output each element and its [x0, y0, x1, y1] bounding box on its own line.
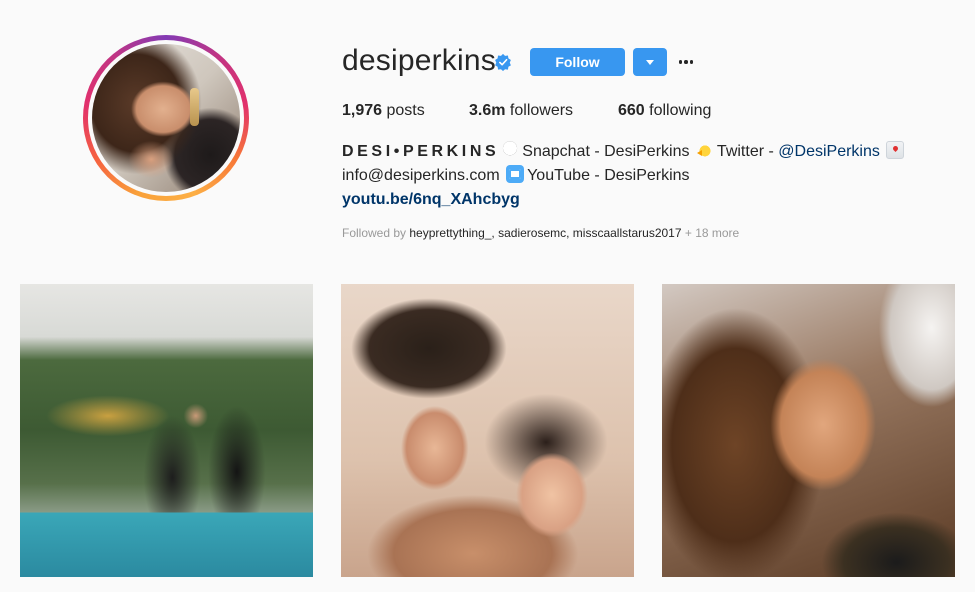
- more-options-icon: [678, 60, 683, 64]
- avatar-frame: [88, 40, 244, 196]
- love-letter-icon: [886, 141, 905, 159]
- followed-by-more: + 18 more: [681, 226, 740, 240]
- chick-icon: [695, 141, 714, 159]
- following-link[interactable]: 660 following: [618, 102, 711, 120]
- posts-count: 1,976: [342, 102, 383, 119]
- follow-button[interactable]: Follow: [530, 48, 625, 76]
- bio-display-name: DESI•PERKINS: [342, 143, 500, 160]
- profile-avatar-ring[interactable]: [83, 35, 249, 201]
- bio-line-1: DESI•PERKINS Snapchat - DesiPerkins Twitt…: [342, 140, 907, 164]
- more-options-button[interactable]: [676, 50, 696, 74]
- followers-count: 3.6m: [469, 102, 506, 119]
- followers-label: followers: [505, 102, 574, 119]
- film-frames-icon: [506, 165, 525, 183]
- bio-snapchat: Snapchat - DesiPerkins: [522, 143, 690, 160]
- following-count: 660: [618, 102, 645, 119]
- followed-by-prefix: Followed by: [342, 226, 410, 240]
- bio-twitter-prefix: Twitter -: [716, 143, 779, 160]
- bio-email: info@desiperkins.com: [342, 167, 500, 184]
- suggested-accounts-dropdown-button[interactable]: [633, 48, 667, 76]
- followed-by[interactable]: Followed by heyprettything_, sadierosemc…: [342, 226, 739, 240]
- post-thumbnail-3[interactable]: [662, 284, 955, 577]
- verified-badge-icon: [495, 53, 511, 71]
- instagram-profile-page: desiperkins Follow 1,976 posts 3.6m foll…: [0, 0, 975, 592]
- followers-link[interactable]: 3.6m followers: [469, 102, 573, 120]
- chevron-down-icon: [646, 59, 654, 65]
- ghost-icon: [501, 141, 520, 159]
- post-thumbnail-1[interactable]: [20, 284, 313, 577]
- followed-by-names: heyprettything_, sadierosemc, misscaalls…: [409, 226, 682, 240]
- post-thumbnail-2[interactable]: [341, 284, 634, 577]
- bio-line-2: info@desiperkins.com YouTube - DesiPerki…: [342, 164, 690, 188]
- twitter-mention-link[interactable]: @DesiPerkins: [778, 143, 880, 160]
- bio-youtube: YouTube - DesiPerkins: [527, 167, 690, 184]
- avatar: [92, 44, 240, 192]
- posts-label: posts: [382, 102, 425, 119]
- following-label: following: [644, 102, 712, 119]
- posts-count-stat: 1,976 posts: [342, 102, 425, 120]
- bio-external-link[interactable]: youtu.be/6nq_XAhcbyg: [342, 188, 520, 212]
- profile-username: desiperkins: [342, 44, 496, 77]
